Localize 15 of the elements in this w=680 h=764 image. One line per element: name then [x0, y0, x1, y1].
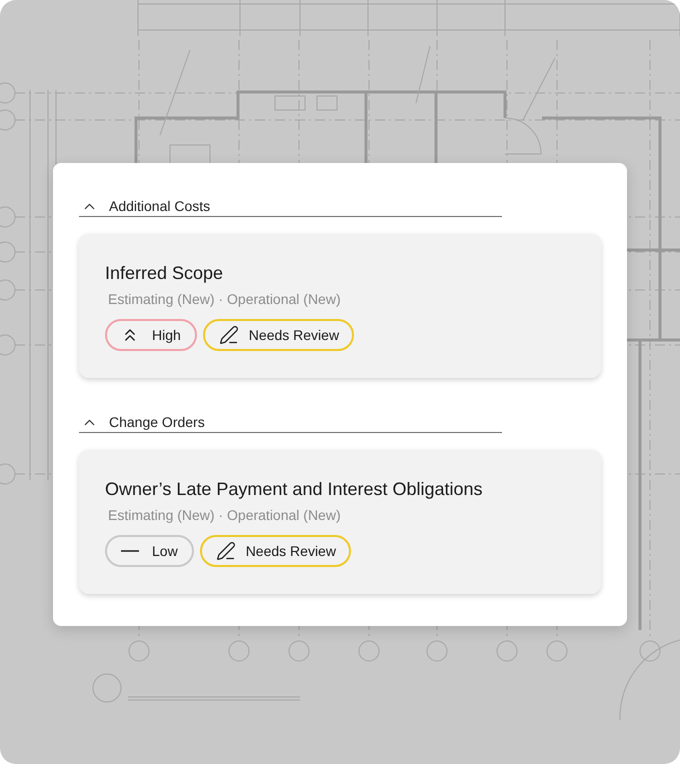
item-card[interactable]: Owner’s Late Payment and Interest Obligations Estimating (New) · Operational (New) Low Needs Review	[79, 450, 601, 594]
item-card[interactable]: Inferred Scope Estimating (New) · Operational (New) High Needs Review	[79, 234, 601, 378]
item-subtitle: Estimating (New) · Operational (New)	[108, 290, 341, 309]
pencil-icon	[218, 325, 239, 345]
section-header[interactable]: Additional Costs	[79, 197, 502, 217]
item-title: Inferred Scope	[105, 262, 224, 285]
item-title: Owner’s Late Payment and Interest Obligations	[105, 478, 483, 501]
dash-icon	[121, 550, 139, 552]
priority-badge: Low	[105, 535, 194, 567]
status-badge: Needs Review	[200, 535, 351, 567]
priority-badge: High	[105, 319, 197, 351]
item-subtitle: Estimating (New) · Operational (New)	[108, 506, 341, 525]
status-badge: Needs Review	[202, 319, 354, 351]
pencil-icon	[216, 541, 236, 561]
section-header[interactable]: Change Orders	[79, 413, 502, 433]
